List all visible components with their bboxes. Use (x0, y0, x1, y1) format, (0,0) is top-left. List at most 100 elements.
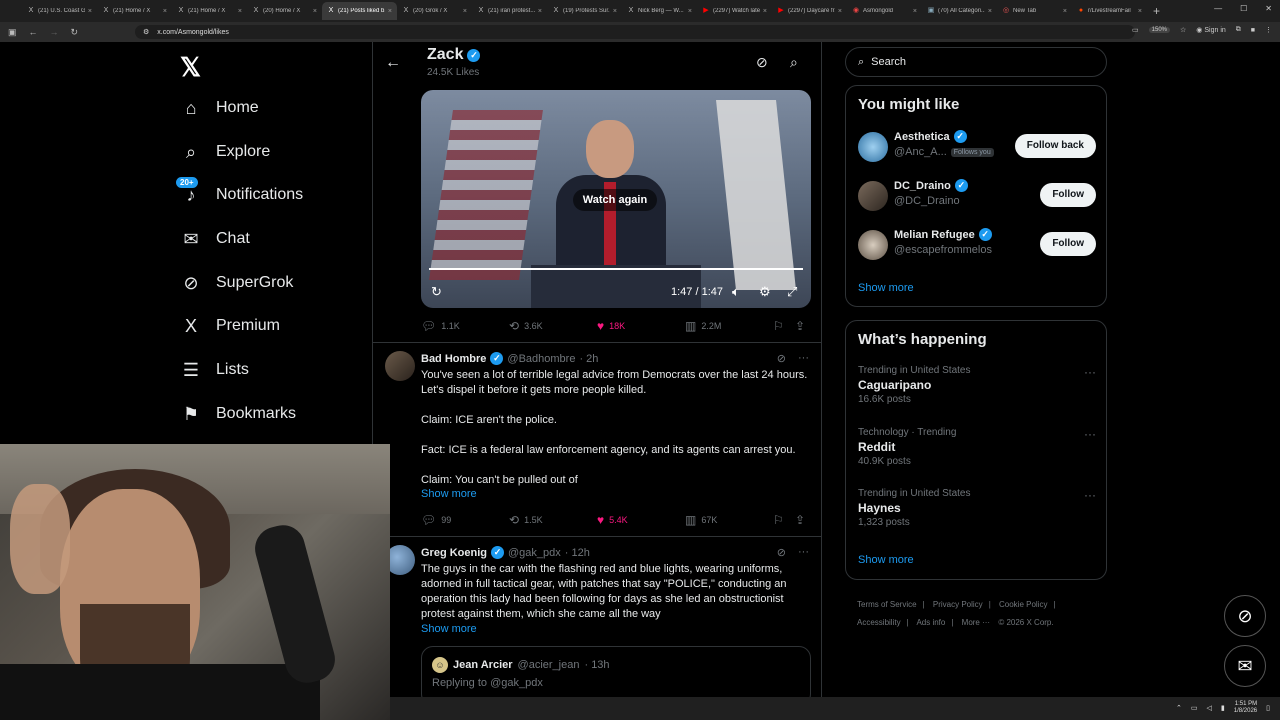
more-options-icon[interactable]: ··· (798, 546, 809, 559)
fullscreen-icon[interactable]: ⤢ (787, 284, 797, 300)
settings-gear-icon[interactable]: ⚙ (759, 284, 771, 300)
grok-icon[interactable]: ⊘ (777, 546, 786, 559)
avatar[interactable] (858, 230, 888, 260)
grok-fab-button[interactable]: ⊘ (1224, 595, 1266, 637)
suggestion-row[interactable]: DC_Draino ✓ @DC_Draino Follow (858, 179, 1096, 215)
close-icon[interactable]: × (988, 8, 992, 15)
video-player[interactable]: Watch again ↻ 1:47 / 1:47 🔈︎ ⚙ ⤢ (421, 90, 811, 308)
back-arrow-icon[interactable]: ← (385, 54, 401, 72)
like-button[interactable]: ♥ 5.4K (597, 513, 628, 527)
nav-item-chat[interactable]: ✉ Chat (180, 224, 249, 254)
browser-tab[interactable]: X (21) U.S. Coast G...× (22, 2, 97, 20)
repost-button[interactable]: ⟲ 3.6K (509, 319, 543, 333)
maximize-icon[interactable]: ☐ (1240, 4, 1247, 13)
video-progress-bar[interactable] (429, 268, 803, 270)
nav-item-bookmarks[interactable]: ⚑ Bookmarks (180, 399, 296, 429)
nav-item-premium[interactable]: X Premium (180, 311, 280, 341)
back-nav-icon[interactable]: ← (29, 27, 38, 37)
browser-tab[interactable]: X Nick Berg — W... × (622, 2, 697, 20)
battery-icon[interactable]: ▮ (1221, 704, 1225, 712)
reload-icon[interactable]: ↻ (71, 27, 79, 38)
browser-tab[interactable]: ● r/LivestreamFail × (1072, 2, 1147, 20)
sign-in-button[interactable]: ◉ Sign in (1196, 26, 1225, 34)
more-options-icon[interactable]: ··· (1084, 365, 1096, 379)
views-button[interactable]: ▥ 2.2M (685, 319, 721, 333)
address-bar[interactable]: ⚙ x.com/Asmongold/likes (135, 25, 1135, 39)
network-icon[interactable]: ▭ (1191, 704, 1198, 712)
suggestion-row[interactable]: Aesthetica ✓ @Anc_A... Follows you Follow … (858, 130, 1096, 166)
browser-tab[interactable]: ▶ (2297) Watch late...× (697, 2, 772, 20)
follow-button[interactable]: Follow (1040, 232, 1096, 256)
close-icon[interactable]: × (913, 8, 917, 15)
site-info-icon[interactable]: ⚙ (143, 28, 149, 36)
chevron-up-icon[interactable]: ⌃ (1176, 704, 1182, 712)
browser-tab[interactable]: X (21) Home / X × (172, 2, 247, 20)
footer-link[interactable]: More ··· (962, 618, 990, 627)
watch-again-button[interactable]: Watch again (573, 189, 657, 211)
search-input[interactable]: ⌕ Search (845, 47, 1107, 77)
show-more-link[interactable]: Show more (421, 488, 477, 500)
post-time[interactable]: · 2h (579, 353, 598, 365)
browser-tab[interactable]: ▶ (2297) Daycare fr... × (772, 2, 847, 20)
new-tab-button[interactable]: + (1153, 4, 1160, 18)
grok-analyze-icon[interactable]: ⊘ (756, 54, 768, 71)
suggestion-name[interactable]: Melian Refugee ✓ (894, 228, 992, 241)
footer-link[interactable]: Ads info (916, 618, 945, 627)
close-icon[interactable]: × (613, 8, 617, 15)
browser-tab[interactable]: ▣ (70) All Categori... × (922, 2, 997, 20)
trend-item[interactable]: Trending in United States Caguaripano 16… (858, 365, 1096, 405)
suggestion-name[interactable]: DC_Draino ✓ (894, 179, 968, 192)
messages-fab-button[interactable]: ✉ (1224, 645, 1266, 687)
close-icon[interactable]: × (688, 8, 692, 15)
close-icon[interactable]: × (238, 8, 242, 15)
nav-item-supergrok[interactable]: ⊘ SuperGrok (180, 268, 293, 298)
clock[interactable]: 1:51 PM 1/8/2026 (1234, 701, 1257, 715)
close-icon[interactable]: × (838, 8, 842, 15)
nav-item-lists[interactable]: ☰ Lists (180, 355, 249, 385)
more-options-icon[interactable]: ··· (1084, 427, 1096, 441)
show-more-link[interactable]: Show more (421, 623, 477, 635)
bookmark-star-icon[interactable]: ☆ (1180, 26, 1186, 34)
author-name[interactable]: Greg Koenig (421, 547, 487, 559)
bookmark-button[interactable]: ⚐ (773, 319, 784, 333)
volume-icon[interactable]: ◁ (1207, 704, 1212, 712)
trend-item[interactable]: Trending in United States Haynes 1,323 p… (858, 488, 1096, 528)
zoom-level[interactable]: 150% (1148, 27, 1171, 33)
share-button[interactable]: ⇪ (795, 513, 805, 527)
reply-button[interactable]: 💬︎ 1.1K (421, 319, 460, 333)
post-time[interactable]: · 12h (565, 547, 590, 559)
follow-button[interactable]: Follow (1040, 183, 1096, 207)
screen-icon[interactable]: ▭ (1132, 26, 1139, 34)
browser-tab[interactable]: X (20) Home / X × (247, 2, 322, 20)
share-button[interactable]: ⇪ (795, 319, 805, 333)
close-icon[interactable]: × (463, 8, 467, 15)
close-icon[interactable]: × (313, 8, 317, 15)
author-handle[interactable]: @gak_pdx (508, 547, 561, 559)
browser-tab-active[interactable]: X (21) Posts liked b... × (322, 2, 397, 20)
search-icon[interactable]: ⌕ (790, 54, 798, 71)
close-icon[interactable]: × (1063, 8, 1067, 15)
browser-tab[interactable]: ◉ Asmongold × (847, 2, 922, 20)
post-card[interactable]: Bad Hombre ✓ @Badhombre · 2h ⊘ ··· You'v… (373, 342, 821, 538)
nav-item-home[interactable]: ⌂ Home (180, 93, 259, 123)
extensions-icon[interactable]: ⧉ (1236, 26, 1241, 34)
close-icon[interactable]: × (538, 8, 542, 15)
close-icon[interactable]: × (1138, 8, 1142, 15)
author-name[interactable]: Bad Hombre (421, 353, 486, 365)
sidebar-toggle-icon[interactable]: ▣ (8, 27, 17, 38)
footer-link[interactable]: Privacy Policy (933, 600, 983, 609)
more-options-icon[interactable]: ··· (798, 352, 809, 365)
browser-tab[interactable]: X (21) Home / X × (97, 2, 172, 20)
avatar[interactable] (385, 351, 415, 381)
post-card[interactable]: Greg Koenig ✓ @gak_pdx · 12h ⊘ ··· The g… (373, 536, 821, 720)
grok-icon[interactable]: ⊘ (777, 352, 786, 365)
views-button[interactable]: ▥ 67K (685, 513, 717, 527)
forward-nav-icon[interactable]: → (50, 27, 59, 37)
browser-tab[interactable]: ◎ New Tab × (997, 2, 1072, 20)
replay-icon[interactable]: ↻ (431, 284, 442, 300)
bookmark-button[interactable]: ⚐ (773, 513, 784, 527)
trend-item[interactable]: Technology · Trending Reddit 40.9K posts… (858, 427, 1096, 467)
author-handle[interactable]: @Badhombre (507, 353, 575, 365)
avatar[interactable] (858, 181, 888, 211)
close-icon[interactable]: × (163, 8, 167, 15)
